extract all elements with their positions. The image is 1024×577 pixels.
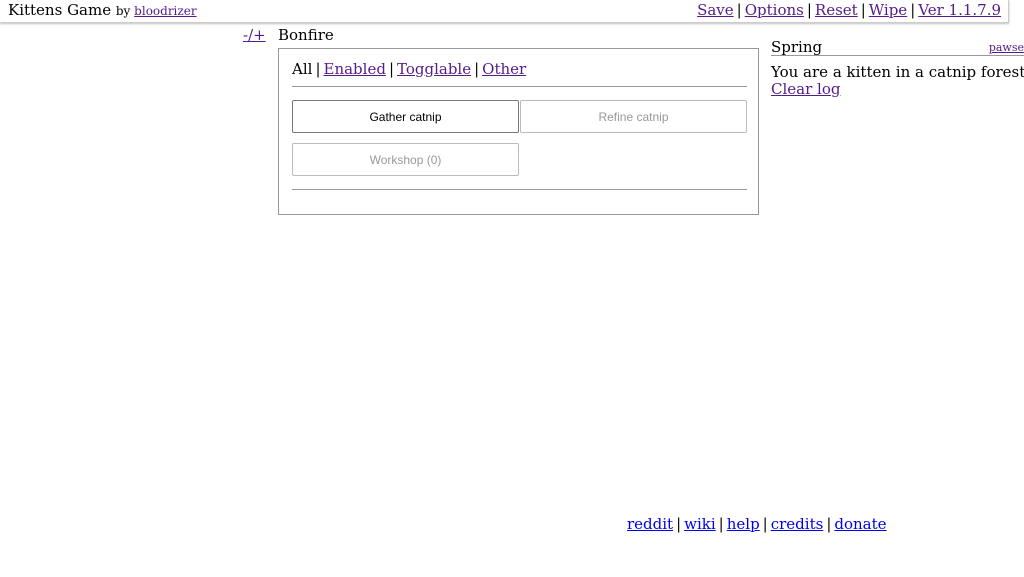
separator: | [736,1,742,19]
refine-catnip-label: Refine catnip [598,109,669,124]
help-link[interactable]: help [727,515,760,533]
separator: | [826,515,832,533]
donate-link[interactable]: donate [834,515,886,533]
separator: | [388,60,394,78]
season-label: Spring [771,38,823,56]
footer-links: reddit | wiki | help | credits | donate [627,515,887,533]
separator: | [474,60,480,78]
workshop-label: Workshop (0) [369,152,442,167]
save-link[interactable]: Save [697,1,734,19]
separator: | [718,515,724,533]
calendar-bar: Spring pawse [771,38,1024,56]
gather-catnip-label: Gather catnip [369,109,442,124]
author-credit: by bloodrizer [116,4,197,18]
refine-catnip-button[interactable]: Refine catnip [520,100,747,133]
options-link[interactable]: Options [745,1,804,19]
author-link[interactable]: bloodrizer [134,4,196,18]
game-title-text: Kittens Game [8,1,112,19]
bonfire-panel: All | Enabled | Togglable | Other Gather catni… [278,48,759,215]
by-label: by [115,4,131,18]
separator: | [910,1,916,19]
pause-link[interactable]: pawse [989,41,1024,54]
log-message: You are a kitten in a catnip forest. [771,63,1024,81]
gather-catnip-button[interactable]: Gather catnip [292,100,519,133]
game-title: Kittens Game by bloodrizer [8,1,197,19]
wiki-link[interactable]: wiki [684,515,716,533]
filter-enabled-link[interactable]: Enabled [324,60,386,78]
separator: | [762,515,768,533]
reddit-link[interactable]: reddit [627,515,673,533]
filter-other-link[interactable]: Other [482,60,526,78]
wipe-link[interactable]: Wipe [869,1,907,19]
tab-title: Bonfire [278,26,334,44]
top-menu: Save | Options | Reset | Wipe | Ver 1.1.7.9 [697,1,1001,19]
credits-link[interactable]: credits [771,515,824,533]
filter-bar: All | Enabled | Togglable | Other [292,60,526,78]
separator: | [806,1,812,19]
divider [292,86,747,87]
clear-log-link[interactable]: Clear log [771,80,840,98]
workshop-button[interactable]: Workshop (0) [292,143,519,176]
separator: | [676,515,682,533]
filter-togglable-link[interactable]: Togglable [397,60,471,78]
reset-link[interactable]: Reset [815,1,858,19]
filter-all: All [292,60,313,78]
version-link[interactable]: Ver 1.1.7.9 [918,1,1001,19]
separator: | [860,1,866,19]
top-bar: Kittens Game by bloodrizer Save | Options |… [0,0,1009,23]
separator: | [315,60,321,78]
collapse-toggle-link[interactable]: -/+ [243,26,266,44]
divider [292,189,747,190]
